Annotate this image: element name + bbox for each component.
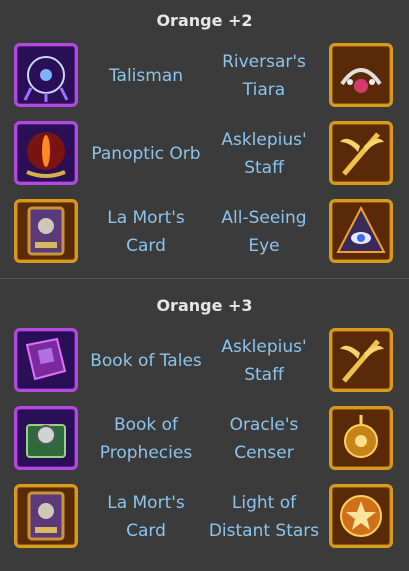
item-name-panoptic-orb: Panoptic Orb: [91, 144, 201, 164]
stars-icon[interactable]: [329, 484, 393, 548]
item-name-la-morts-card: La Mort's Card: [107, 208, 185, 256]
eye-icon[interactable]: [329, 199, 393, 263]
section-title: Orange +2: [156, 11, 253, 30]
censer-icon[interactable]: [329, 406, 393, 470]
card-icon[interactable]: [14, 484, 78, 548]
orb-icon[interactable]: [14, 121, 78, 185]
item-row: Book of Tales Asklepius' Staff: [0, 323, 409, 401]
item-name-book-of-tales: Book of Tales: [90, 351, 202, 371]
item-row: La Mort's Card All-Seeing Eye: [0, 194, 409, 272]
book-icon[interactable]: [14, 328, 78, 392]
card-icon[interactable]: [14, 199, 78, 263]
item-name-la-morts-card: La Mort's Card: [107, 493, 185, 541]
item-name-all-seeing-eye: All-Seeing Eye: [221, 208, 307, 256]
staff-icon[interactable]: [329, 328, 393, 392]
prophecies-book-icon[interactable]: [14, 406, 78, 470]
item-row: La Mort's Card Light of Distant Stars: [0, 479, 409, 557]
item-name-talisman: Talisman: [108, 66, 184, 86]
section-title: Orange +3: [156, 296, 253, 315]
talisman-icon[interactable]: [14, 43, 78, 107]
item-row: Panoptic Orb Asklepius' Staff: [0, 116, 409, 194]
staff-icon[interactable]: [329, 121, 393, 185]
item-row: Book of Prophecies Oracle's Censer: [0, 401, 409, 479]
item-name-book-of-prophecies: Book of Prophecies: [99, 415, 193, 463]
section-orange-2: Orange +2 Talisman Riversar's Tiara Pano…: [0, 0, 409, 272]
item-name-asklepius-staff: Asklepius' Staff: [221, 130, 307, 178]
item-name-light-of-distant-stars: Light of Distant Stars: [208, 493, 320, 541]
section-orange-3: Orange +3 Book of Tales Asklepius' Staff…: [0, 279, 409, 557]
item-name-asklepius-staff: Asklepius' Staff: [221, 337, 307, 385]
item-name-riversars-tiara: Riversar's Tiara: [222, 52, 306, 100]
tiara-icon[interactable]: [329, 43, 393, 107]
item-name-oracles-censer: Oracle's Censer: [229, 415, 299, 463]
item-row: Talisman Riversar's Tiara: [0, 38, 409, 116]
